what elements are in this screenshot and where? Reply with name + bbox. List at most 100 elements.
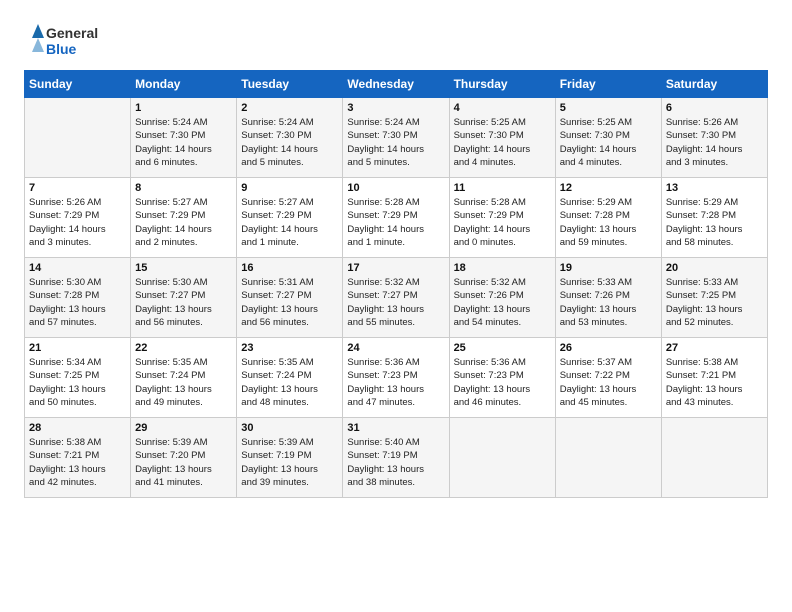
day-number: 18 [454,262,551,274]
logo: General Blue [24,20,114,60]
day-info: Sunrise: 5:33 AM Sunset: 7:26 PM Dayligh… [560,276,657,329]
weekday-header-cell: Wednesday [343,71,449,98]
calendar-cell: 21Sunrise: 5:34 AM Sunset: 7:25 PM Dayli… [25,338,131,418]
calendar-cell: 3 Sunrise: 5:24 AM Sunset: 7:30 PM Daylig… [343,98,449,178]
day-info: Sunrise: 5:27 AM Sunset: 7:29 PM Dayligh… [241,196,338,249]
day-number: 13 [666,182,763,194]
calendar-week-row: 28 Sunrise: 5:38 AM Sunset: 7:21 PM Dayli… [25,418,768,498]
calendar-body: 1 Sunrise: 5:24 AM Sunset: 7:30 PM Daylig… [25,98,768,498]
calendar-cell: 28 Sunrise: 5:38 AM Sunset: 7:21 PM Dayli… [25,418,131,498]
day-number: 10 [347,182,444,194]
calendar-cell: 24 Sunrise: 5:36 AM Sunset: 7:23 PM Dayli… [343,338,449,418]
day-number: 19 [560,262,657,274]
day-number: 22 [135,342,232,354]
day-number: 5 [560,102,657,114]
calendar-cell: 9 Sunrise: 5:27 AM Sunset: 7:29 PM Daylig… [237,178,343,258]
day-number: 14 [29,262,126,274]
day-number: 17 [347,262,444,274]
logo-svg: General Blue [24,20,114,60]
day-info: Sunrise: 5:31 AM Sunset: 7:27 PM Dayligh… [241,276,338,329]
calendar-cell: 13 Sunrise: 5:29 AM Sunset: 7:28 PM Dayli… [661,178,767,258]
day-number: 3 [347,102,444,114]
day-info: Sunrise: 5:32 AM Sunset: 7:27 PM Dayligh… [347,276,444,329]
day-info: Sunrise: 5:33 AM Sunset: 7:25 PM Dayligh… [666,276,763,329]
calendar-cell: 23 Sunrise: 5:35 AM Sunset: 7:24 PM Dayli… [237,338,343,418]
day-info: Sunrise: 5:28 AM Sunset: 7:29 PM Dayligh… [347,196,444,249]
calendar-cell: 27Sunrise: 5:38 AM Sunset: 7:21 PM Dayli… [661,338,767,418]
calendar-cell: 20 Sunrise: 5:33 AM Sunset: 7:25 PM Dayli… [661,258,767,338]
day-info: Sunrise: 5:29 AM Sunset: 7:28 PM Dayligh… [666,196,763,249]
calendar-cell [25,98,131,178]
day-info: Sunrise: 5:40 AM Sunset: 7:19 PM Dayligh… [347,436,444,489]
calendar-cell: 6 Sunrise: 5:26 AM Sunset: 7:30 PM Daylig… [661,98,767,178]
day-info: Sunrise: 5:26 AM Sunset: 7:30 PM Dayligh… [666,116,763,169]
day-info: Sunrise: 5:36 AM Sunset: 7:23 PM Dayligh… [454,356,551,409]
weekday-header-cell: Sunday [25,71,131,98]
day-number: 12 [560,182,657,194]
day-info: Sunrise: 5:36 AM Sunset: 7:23 PM Dayligh… [347,356,444,409]
calendar-cell: 14Sunrise: 5:30 AM Sunset: 7:28 PM Dayli… [25,258,131,338]
calendar-week-row: 14Sunrise: 5:30 AM Sunset: 7:28 PM Dayli… [25,258,768,338]
calendar-cell [661,418,767,498]
day-info: Sunrise: 5:32 AM Sunset: 7:26 PM Dayligh… [454,276,551,329]
day-number: 7 [29,182,126,194]
day-info: Sunrise: 5:29 AM Sunset: 7:28 PM Dayligh… [560,196,657,249]
calendar-cell: 16 Sunrise: 5:31 AM Sunset: 7:27 PM Dayli… [237,258,343,338]
day-number: 28 [29,422,126,434]
calendar-cell: 22 Sunrise: 5:35 AM Sunset: 7:24 PM Dayli… [131,338,237,418]
weekday-header-cell: Thursday [449,71,555,98]
calendar-cell: 11 Sunrise: 5:28 AM Sunset: 7:29 PM Dayli… [449,178,555,258]
day-number: 8 [135,182,232,194]
day-number: 29 [135,422,232,434]
calendar-cell: 25 Sunrise: 5:36 AM Sunset: 7:23 PM Dayli… [449,338,555,418]
calendar-cell: 12 Sunrise: 5:29 AM Sunset: 7:28 PM Dayli… [555,178,661,258]
calendar-week-row: 21Sunrise: 5:34 AM Sunset: 7:25 PM Dayli… [25,338,768,418]
calendar-cell: 29Sunrise: 5:39 AM Sunset: 7:20 PM Dayli… [131,418,237,498]
day-info: Sunrise: 5:30 AM Sunset: 7:27 PM Dayligh… [135,276,232,329]
day-info: Sunrise: 5:35 AM Sunset: 7:24 PM Dayligh… [135,356,232,409]
calendar-cell [449,418,555,498]
day-number: 20 [666,262,763,274]
day-number: 26 [560,342,657,354]
weekday-header-cell: Monday [131,71,237,98]
day-number: 2 [241,102,338,114]
weekday-header-cell: Tuesday [237,71,343,98]
calendar-week-row: 7 Sunrise: 5:26 AM Sunset: 7:29 PM Daylig… [25,178,768,258]
day-info: Sunrise: 5:28 AM Sunset: 7:29 PM Dayligh… [454,196,551,249]
calendar-week-row: 1 Sunrise: 5:24 AM Sunset: 7:30 PM Daylig… [25,98,768,178]
calendar-cell: 18 Sunrise: 5:32 AM Sunset: 7:26 PM Dayli… [449,258,555,338]
day-info: Sunrise: 5:39 AM Sunset: 7:19 PM Dayligh… [241,436,338,489]
calendar-cell: 15 Sunrise: 5:30 AM Sunset: 7:27 PM Dayli… [131,258,237,338]
day-info: Sunrise: 5:24 AM Sunset: 7:30 PM Dayligh… [347,116,444,169]
day-info: Sunrise: 5:38 AM Sunset: 7:21 PM Dayligh… [666,356,763,409]
calendar-cell: 17 Sunrise: 5:32 AM Sunset: 7:27 PM Dayli… [343,258,449,338]
day-info: Sunrise: 5:27 AM Sunset: 7:29 PM Dayligh… [135,196,232,249]
day-number: 6 [666,102,763,114]
calendar-cell [555,418,661,498]
calendar-cell: 7 Sunrise: 5:26 AM Sunset: 7:29 PM Daylig… [25,178,131,258]
calendar-cell: 2Sunrise: 5:24 AM Sunset: 7:30 PM Daylig… [237,98,343,178]
day-info: Sunrise: 5:24 AM Sunset: 7:30 PM Dayligh… [135,116,232,169]
day-info: Sunrise: 5:34 AM Sunset: 7:25 PM Dayligh… [29,356,126,409]
day-number: 23 [241,342,338,354]
weekday-header-row: SundayMondayTuesdayWednesdayThursdayFrid… [25,71,768,98]
day-number: 30 [241,422,338,434]
day-number: 9 [241,182,338,194]
calendar-cell: 4Sunrise: 5:25 AM Sunset: 7:30 PM Daylig… [449,98,555,178]
day-number: 1 [135,102,232,114]
day-number: 16 [241,262,338,274]
day-number: 31 [347,422,444,434]
day-number: 24 [347,342,444,354]
day-info: Sunrise: 5:38 AM Sunset: 7:21 PM Dayligh… [29,436,126,489]
day-info: Sunrise: 5:35 AM Sunset: 7:24 PM Dayligh… [241,356,338,409]
svg-text:Blue: Blue [46,41,77,57]
svg-text:General: General [46,25,98,41]
day-info: Sunrise: 5:26 AM Sunset: 7:29 PM Dayligh… [29,196,126,249]
day-number: 25 [454,342,551,354]
calendar-cell: 26Sunrise: 5:37 AM Sunset: 7:22 PM Dayli… [555,338,661,418]
calendar-cell: 1 Sunrise: 5:24 AM Sunset: 7:30 PM Daylig… [131,98,237,178]
weekday-header-cell: Friday [555,71,661,98]
day-number: 11 [454,182,551,194]
weekday-header-cell: Saturday [661,71,767,98]
day-number: 15 [135,262,232,274]
